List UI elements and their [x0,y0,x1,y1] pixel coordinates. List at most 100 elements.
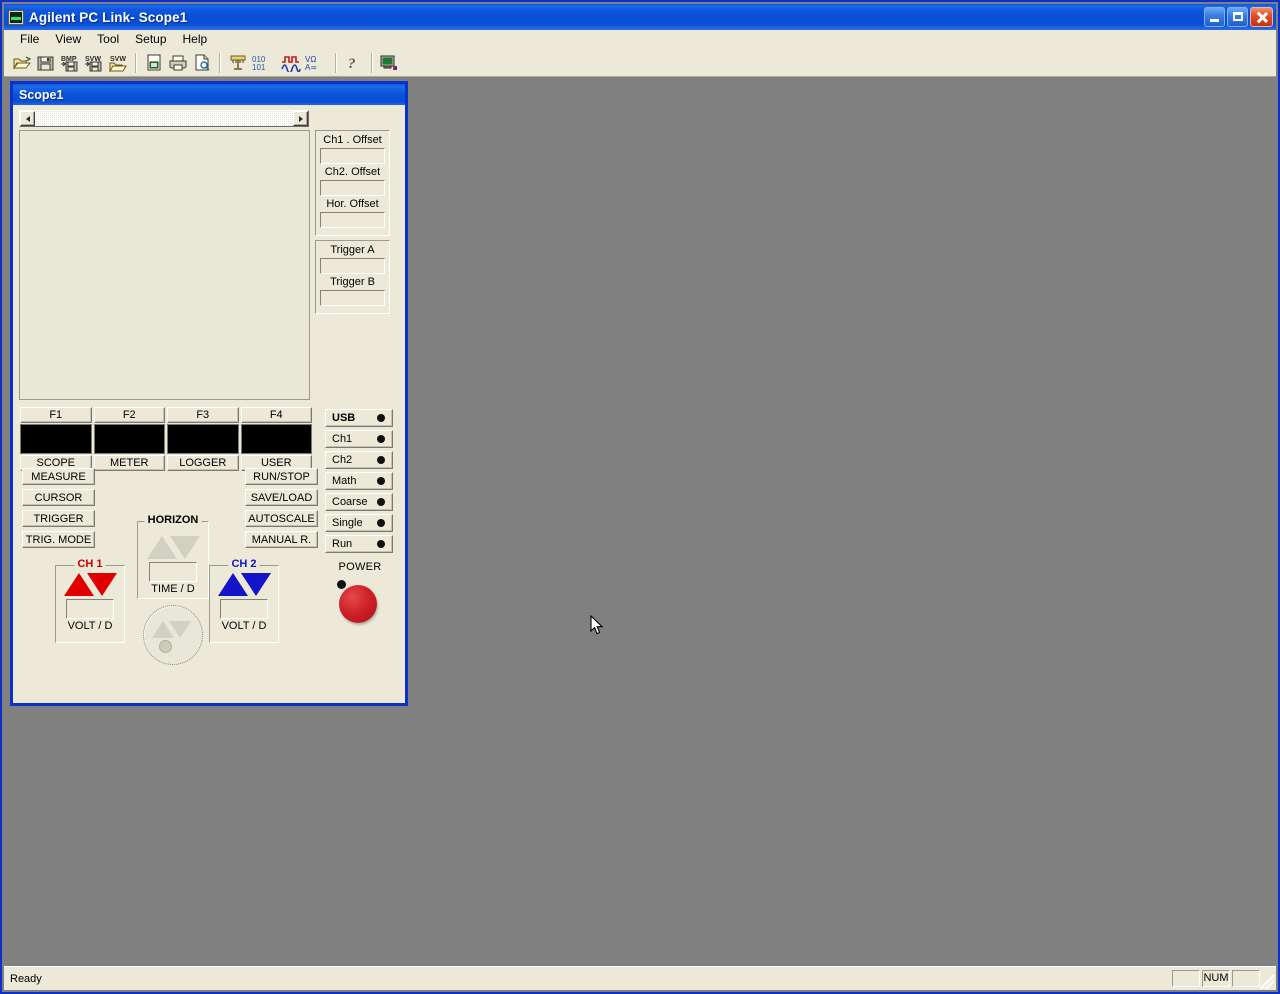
ch1-offset-label: Ch1 . Offset [323,134,382,146]
open-svw-icon[interactable]: SVW [106,52,129,74]
fkey-label-f2[interactable]: F2 [93,407,165,423]
offsets-group: Ch1 . Offset Ch2. Offset Hor. Offset [315,130,390,236]
open-icon[interactable] [10,52,33,74]
close-button[interactable] [1250,7,1273,27]
fkey-screen-f2[interactable] [93,424,165,454]
ch2-arrows[interactable] [210,573,278,596]
menu-bar: File View Tool Setup Help [4,30,1276,49]
hor-offset-label: Hor. Offset [326,198,379,210]
indicator-single-label: Single [332,517,363,529]
knob-down-triangle-icon[interactable] [169,621,191,638]
hor-offset-input[interactable] [320,212,385,228]
minimize-button[interactable] [1204,7,1225,27]
ch1-offset-input[interactable] [320,148,385,164]
led-icon [377,540,385,548]
maximize-button[interactable] [1227,7,1248,27]
indicator-usb[interactable]: USB [325,409,393,427]
offset-trigger-column: Ch1 . Offset Ch2. Offset Hor. Offset Tri… [315,130,390,314]
data-010-101-icon[interactable]: 010 101 [250,52,278,74]
print-icon[interactable] [166,52,189,74]
power-led-icon [337,580,346,589]
trigger-b-input[interactable] [320,290,385,306]
status-message: Ready [10,972,42,985]
meter-vohm-icon[interactable]: VΩ A≃ [303,52,329,74]
waveform-display[interactable] [19,130,310,400]
indicator-math-label: Math [332,475,357,487]
indicator-single[interactable]: Single [325,514,393,532]
horizon-down-triangle-icon[interactable] [169,536,200,559]
mode-button-logger[interactable]: LOGGER [167,455,239,471]
connect-icon[interactable] [378,52,401,74]
mode-button-meter[interactable]: METER [93,455,165,471]
waveform-icon[interactable] [279,52,302,74]
fkey-screen-f1[interactable] [20,424,92,454]
indicator-run[interactable]: Run [325,535,393,553]
save-svw-icon[interactable]: SVW [82,52,105,74]
menu-item-file[interactable]: File [12,31,47,48]
toolbar-separator [219,52,221,73]
menu-item-tool[interactable]: Tool [89,31,127,48]
fkey-label-f4[interactable]: F4 [240,407,312,423]
ch1-down-triangle-icon[interactable] [86,573,117,596]
status-pane-1 [1172,970,1200,987]
save-load-button[interactable]: SAVE/LOAD [245,489,318,506]
manual-r-button[interactable]: MANUAL R. [245,531,318,548]
help-icon[interactable]: ? [342,52,365,74]
svg-text:101: 101 [252,63,266,72]
indicator-run-label: Run [332,538,353,550]
trigger-a-input[interactable] [320,258,385,274]
horizon-arrows[interactable] [142,536,204,559]
led-icon [377,498,385,506]
fkey-screen-f4[interactable] [240,424,312,454]
scope1-title-bar[interactable]: Scope1 [13,84,405,105]
horizon-knob[interactable] [143,605,203,665]
save-icon[interactable] [34,52,57,74]
indicator-math[interactable]: Math [325,472,393,490]
trigger-b-label: Trigger B [330,276,375,288]
toolbar: BMP SVW SVW 010 101 VΩ A≃ ? [4,49,1276,77]
time-per-div-input[interactable] [149,562,197,582]
fkey-cell-f2: F2 METER [93,407,165,471]
title-bar[interactable]: Agilent PC Link- Scope1 [4,4,1276,30]
triggers-group: Trigger A Trigger B [315,240,390,314]
ch1-arrows[interactable] [56,573,124,596]
cursor-button[interactable]: CURSOR [22,489,95,506]
trig-mode-button[interactable]: TRIG. MODE [22,531,95,548]
power-button[interactable] [339,585,377,623]
fkey-screen-f3[interactable] [167,424,239,454]
scroll-right-button[interactable] [293,111,308,126]
menu-item-view[interactable]: View [47,31,89,48]
mouse-cursor [590,614,604,641]
run-stop-button[interactable]: RUN/STOP [245,468,318,485]
trigger-button[interactable]: TRIGGER [22,510,95,527]
indicator-coarse-label: Coarse [332,496,368,508]
knob-arrows[interactable] [152,621,191,638]
scope1-child-window: Scope1 Ch1 . Offset Ch2. Offset Hor. Off… [10,81,408,706]
ch1-volt-per-div-input[interactable] [66,599,114,619]
autoscale-button[interactable]: AUTOSCALE [245,510,318,527]
measure-button[interactable]: MEASURE [22,468,95,485]
indicator-coarse[interactable]: Coarse [325,493,393,511]
save-bmp-icon[interactable]: BMP [58,52,81,74]
ch2-offset-input[interactable] [320,180,385,196]
ch2-volt-per-div-input[interactable] [220,599,268,619]
menu-item-help[interactable]: Help [175,31,216,48]
display-hscrollbar[interactable] [19,110,309,127]
print-preview-icon[interactable] [190,52,213,74]
logger-icon[interactable] [226,52,249,74]
menu-item-setup[interactable]: Setup [127,31,174,48]
toolbar-separator [335,52,337,73]
function-key-row: F1 SCOPE F2 METER F3 LOGGER F4 USER [20,407,312,471]
indicator-ch1[interactable]: Ch1 [325,430,393,448]
fkey-label-f1[interactable]: F1 [20,407,92,423]
resize-grip[interactable] [1260,975,1274,989]
scope1-panel: Ch1 . Offset Ch2. Offset Hor. Offset Tri… [13,105,405,703]
scroll-left-button[interactable] [20,111,35,126]
power-label: POWER [338,561,382,573]
page-setup-icon[interactable] [142,52,165,74]
indicator-ch2[interactable]: Ch2 [325,451,393,469]
scrollbar-track[interactable] [35,111,293,126]
ch2-down-triangle-icon[interactable] [240,573,271,596]
ch2-label: CH 2 [228,558,260,570]
fkey-label-f3[interactable]: F3 [167,407,239,423]
